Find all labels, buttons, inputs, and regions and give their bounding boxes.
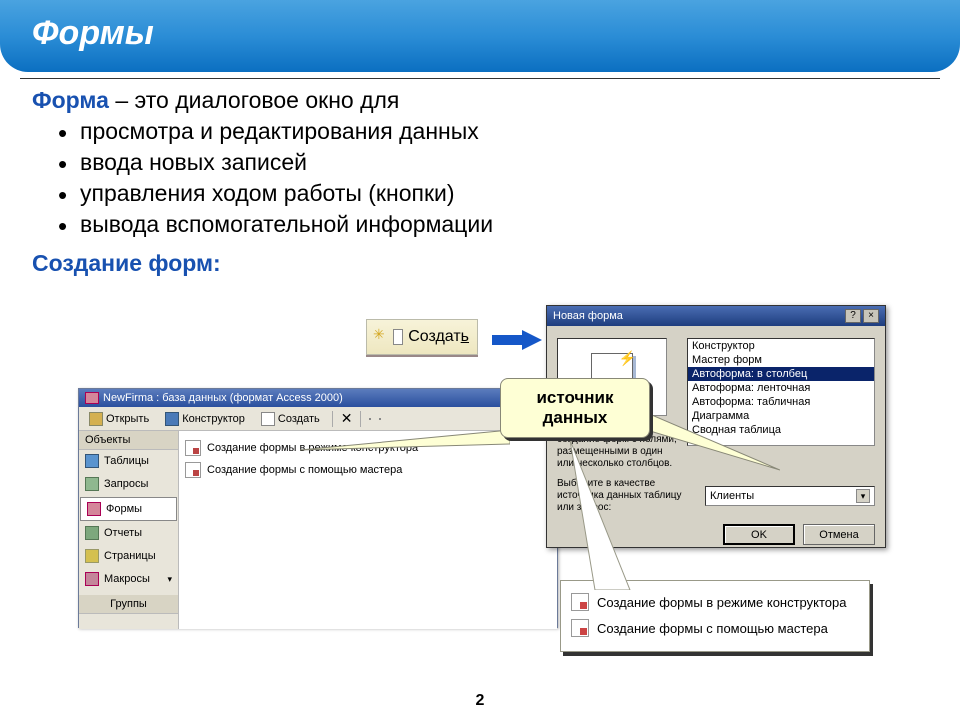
- table-icon: [85, 454, 99, 468]
- popup-form-options: Создание формы в режиме конструктора Соз…: [560, 580, 870, 652]
- form-icon: [85, 392, 99, 404]
- sidebar-item-forms[interactable]: Формы: [80, 497, 177, 521]
- cancel-button[interactable]: Отмена: [803, 524, 875, 545]
- query-icon: [85, 477, 99, 491]
- bullet-item: управления ходом работы (кнопки): [80, 178, 928, 209]
- page-icon: [85, 549, 99, 563]
- subheading: Создание форм:: [32, 250, 928, 277]
- callout-line1: источник: [536, 388, 613, 408]
- sparkle-icon: [375, 328, 388, 346]
- sidebar-footer: Группы: [79, 595, 178, 614]
- create-button[interactable]: Создать: [366, 319, 478, 355]
- list-option[interactable]: Сводная таблица: [688, 423, 874, 437]
- view-large-icon[interactable]: [369, 418, 371, 420]
- view-list-icon[interactable]: [379, 418, 381, 420]
- bullet-list: просмотра и редактирования данных ввода …: [32, 116, 928, 240]
- wizard-icon: [185, 440, 201, 456]
- list-item-label: Создание формы с помощью мастера: [597, 621, 828, 636]
- list-item[interactable]: Создание формы с помощью мастера: [185, 459, 551, 481]
- list-option[interactable]: Автоформа: табличная: [688, 395, 874, 409]
- wizard-icon: [571, 593, 589, 611]
- chevron-down-icon: ▾: [167, 574, 172, 585]
- db-window-title: NewFirma : база данных (формат Access 20…: [103, 392, 343, 404]
- dialog-titlebar: Новая форма ? ×: [547, 306, 885, 326]
- list-item[interactable]: Создание формы в режиме конструктора: [185, 437, 551, 459]
- list-item[interactable]: Создание формы с помощью мастера: [571, 615, 859, 641]
- definition-text: – это диалоговое окно для: [109, 87, 399, 113]
- bullet-item: ввода новых записей: [80, 147, 928, 178]
- callout-bubble: источник данных: [500, 378, 650, 438]
- form-type-list[interactable]: Конструктор Мастер форм Автоформа: в сто…: [687, 338, 875, 446]
- sidebar-item-queries[interactable]: Запросы: [79, 473, 178, 496]
- sidebar-header: Объекты: [79, 431, 178, 450]
- page-title: Формы: [32, 14, 928, 53]
- source-label: Выберите в качестве источника данных таб…: [557, 478, 697, 514]
- db-toolbar: Открыть Конструктор Создать ✕: [79, 407, 557, 431]
- list-option[interactable]: Автоформа: ленточная: [688, 381, 874, 395]
- separator: [332, 411, 333, 427]
- arrow-right-icon: [492, 330, 542, 350]
- help-button[interactable]: ?: [845, 309, 861, 323]
- form-icon: [87, 502, 101, 516]
- new-icon: [261, 412, 275, 426]
- list-option[interactable]: Диаграмма: [688, 409, 874, 423]
- db-window-titlebar: NewFirma : база данных (формат Access 20…: [79, 389, 557, 407]
- ok-button[interactable]: OK: [723, 524, 795, 545]
- list-option[interactable]: Конструктор: [688, 339, 874, 353]
- content-area: Форма – это диалоговое окно для просмотр…: [0, 79, 960, 277]
- bullet-item: просмотра и редактирования данных: [80, 116, 928, 147]
- term: Форма: [32, 87, 109, 113]
- db-sidebar: Объекты Таблицы Запросы Формы Отчеты Стр…: [79, 431, 179, 629]
- sidebar-item-tables[interactable]: Таблицы: [79, 450, 178, 473]
- create-button-label: Создать: [408, 328, 469, 346]
- dialog-title: Новая форма: [553, 310, 623, 322]
- separator: [360, 411, 361, 427]
- source-value: Клиенты: [710, 490, 754, 502]
- list-item-label: Создание формы в режиме конструктора: [207, 442, 418, 454]
- open-button[interactable]: Открыть: [85, 411, 153, 427]
- sidebar-item-reports[interactable]: Отчеты: [79, 522, 178, 545]
- wizard-icon: [571, 619, 589, 637]
- dialog-body: Автоматическое создание форм с полями, р…: [547, 326, 885, 557]
- sidebar-item-pages[interactable]: Страницы: [79, 545, 178, 568]
- close-button[interactable]: ×: [863, 309, 879, 323]
- slide-header: Формы: [0, 0, 960, 72]
- page-number: 2: [0, 692, 960, 710]
- db-body: Объекты Таблицы Запросы Формы Отчеты Стр…: [79, 431, 557, 629]
- create-tb-button[interactable]: Создать: [257, 411, 324, 427]
- definition-line: Форма – это диалоговое окно для: [32, 87, 928, 114]
- ruler-icon: [165, 412, 179, 426]
- designer-button[interactable]: Конструктор: [161, 411, 249, 427]
- open-icon: [89, 412, 103, 426]
- database-window: NewFirma : база данных (формат Access 20…: [78, 388, 558, 628]
- wizard-icon: [185, 462, 201, 478]
- page-icon: [393, 329, 403, 345]
- list-item-label: Создание формы с помощью мастера: [207, 464, 402, 476]
- list-item[interactable]: Создание формы в режиме конструктора: [571, 589, 859, 615]
- macro-icon: [85, 572, 99, 586]
- list-option-selected[interactable]: Автоформа: в столбец: [688, 367, 874, 381]
- list-option[interactable]: Мастер форм: [688, 353, 874, 367]
- bullet-item: вывода вспомогательной информации: [80, 209, 928, 240]
- sidebar-item-macros[interactable]: Макросы▾: [79, 568, 178, 591]
- db-main: Создание формы в режиме конструктора Соз…: [179, 431, 557, 629]
- chevron-down-icon: ▾: [856, 489, 870, 503]
- callout-line2: данных: [536, 408, 613, 428]
- source-select[interactable]: Клиенты ▾: [705, 486, 875, 506]
- report-icon: [85, 526, 99, 540]
- delete-icon[interactable]: ✕: [341, 410, 353, 427]
- list-item-label: Создание формы в режиме конструктора: [597, 595, 846, 610]
